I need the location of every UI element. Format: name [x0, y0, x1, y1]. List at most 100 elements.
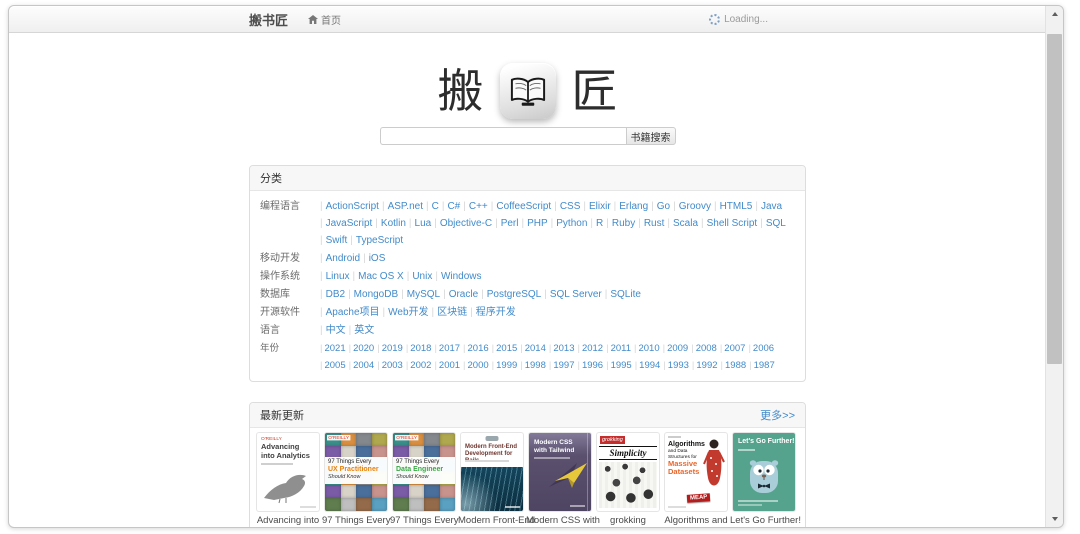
scrollbar[interactable] — [1045, 6, 1063, 527]
category-link[interactable]: iOS — [369, 253, 386, 264]
collage-tile — [424, 433, 440, 446]
category-link[interactable]: 2008 — [696, 343, 717, 354]
category-link[interactable]: SQL Server — [550, 289, 602, 300]
category-link[interactable]: R — [596, 218, 603, 229]
search-input[interactable] — [379, 127, 626, 145]
category-link[interactable]: Windows — [441, 271, 482, 282]
category-link[interactable]: 1998 — [525, 360, 546, 371]
category-link[interactable]: Kotlin — [381, 218, 406, 229]
category-link[interactable]: 1997 — [553, 360, 574, 371]
scrollbar-thumb[interactable] — [1047, 34, 1062, 364]
category-link[interactable]: 2010 — [638, 343, 659, 354]
category-link[interactable]: Shell Script — [707, 218, 758, 229]
category-link[interactable]: PostgreSQL — [487, 289, 541, 300]
category-link[interactable]: 1993 — [668, 360, 689, 371]
category-link[interactable]: DB2 — [326, 289, 345, 300]
category-link[interactable]: Go — [657, 201, 670, 212]
book-card[interactable]: O'REILLY 97 Things Every Data Engineer S… — [390, 433, 458, 527]
category-link[interactable]: 2014 — [525, 343, 546, 354]
category-link[interactable]: 1996 — [582, 360, 603, 371]
category-link[interactable]: MongoDB — [354, 289, 398, 300]
category-link[interactable]: Objective-C — [440, 218, 492, 229]
category-link[interactable]: Mac OS X — [358, 271, 404, 282]
search-button[interactable]: 书籍搜索 — [625, 127, 676, 145]
category-link[interactable]: CoffeeScript — [496, 201, 551, 212]
category-link[interactable]: 2002 — [410, 360, 431, 371]
category-link[interactable]: 1999 — [496, 360, 517, 371]
book-card[interactable]: grokking Simplicity grokkingSimplicity — [594, 433, 662, 527]
category-link[interactable]: ASP.net — [388, 201, 423, 212]
category-link[interactable]: Java — [761, 201, 782, 212]
category-link[interactable]: Scala — [673, 218, 698, 229]
category-link[interactable]: Ruby — [612, 218, 635, 229]
book-card[interactable]: Modern Front-EndDevelopment for Rails Mo… — [458, 433, 535, 527]
category-link[interactable]: 1992 — [696, 360, 717, 371]
category-link[interactable]: 2020 — [353, 343, 374, 354]
scrollbar-down-arrow[interactable] — [1046, 512, 1063, 526]
category-link[interactable]: 2004 — [353, 360, 374, 371]
category-link[interactable]: 2003 — [382, 360, 403, 371]
category-link[interactable]: MySQL — [407, 289, 440, 300]
category-link[interactable]: 2021 — [324, 343, 345, 354]
category-link[interactable]: SQL — [766, 218, 786, 229]
category-link[interactable]: 2005 — [324, 360, 345, 371]
category-link[interactable]: Web开发 — [388, 307, 428, 318]
category-link[interactable]: 中文 — [326, 325, 346, 336]
category-link[interactable]: 2017 — [439, 343, 460, 354]
category-link[interactable]: Linux — [326, 271, 350, 282]
category-link[interactable]: 1987 — [754, 360, 775, 371]
category-link[interactable]: 2009 — [667, 343, 688, 354]
category-link[interactable]: 2019 — [382, 343, 403, 354]
book-card[interactable]: Modern CSS with Tailwind Modern CSS with — [526, 433, 600, 527]
category-link[interactable]: Elixir — [589, 201, 611, 212]
category-link[interactable]: 程序开发 — [476, 307, 516, 318]
brand[interactable]: 搬书匠 — [249, 10, 288, 29]
book-card[interactable]: Let's Go Further! Let's Go Further! — [730, 433, 801, 527]
category-link[interactable]: Oracle — [449, 289, 478, 300]
category-link[interactable]: Unix — [412, 271, 432, 282]
category-link[interactable]: 1994 — [639, 360, 660, 371]
category-link[interactable]: 2000 — [468, 360, 489, 371]
category-link[interactable]: 2007 — [724, 343, 745, 354]
category-link[interactable]: 2006 — [753, 343, 774, 354]
book-card[interactable]: O'REILLY 97 Things Every UX Practitioner… — [322, 433, 390, 527]
category-link[interactable]: 2012 — [582, 343, 603, 354]
book-caption: 97 Things EveryData Engineer — [390, 515, 459, 527]
category-link[interactable]: Swift — [326, 235, 348, 246]
category-link[interactable]: 2015 — [496, 343, 517, 354]
category-link[interactable]: Apache项目 — [326, 307, 380, 318]
category-link[interactable]: C — [432, 201, 439, 212]
category-link[interactable]: 英文 — [354, 325, 374, 336]
category-link[interactable]: 2016 — [468, 343, 489, 354]
category-link[interactable]: ActionScript — [326, 201, 379, 212]
category-link[interactable]: HTML5 — [720, 201, 753, 212]
nav-home-link[interactable]: 首页 — [308, 12, 341, 27]
category-link[interactable]: 2013 — [553, 343, 574, 354]
scrollbar-up-arrow[interactable] — [1046, 7, 1063, 21]
book-card[interactable]: O'REILLY Advancing into Analytics Advanc… — [254, 433, 322, 527]
category-link[interactable]: Erlang — [619, 201, 648, 212]
category-link[interactable]: Lua — [415, 218, 432, 229]
category-link[interactable]: TypeScript — [356, 235, 403, 246]
category-link[interactable]: SQLite — [610, 289, 641, 300]
category-link[interactable]: PHP — [527, 218, 548, 229]
category-link[interactable]: JavaScript — [326, 218, 373, 229]
category-link[interactable]: 2018 — [410, 343, 431, 354]
category-link[interactable]: C++ — [469, 201, 488, 212]
category-link[interactable]: 1995 — [611, 360, 632, 371]
category-link[interactable]: Android — [326, 253, 360, 264]
category-link[interactable]: Perl — [501, 218, 519, 229]
category-link[interactable]: Groovy — [679, 201, 711, 212]
category-link[interactable]: Python — [556, 218, 587, 229]
category-link[interactable]: Rust — [644, 218, 665, 229]
more-link[interactable]: 更多>> — [760, 407, 795, 423]
category-link[interactable]: 2011 — [611, 343, 631, 354]
divider: | — [320, 218, 323, 229]
category-link[interactable]: CSS — [560, 201, 581, 212]
book-cover: Modern Front-EndDevelopment for Rails — [461, 433, 523, 511]
category-link[interactable]: 区块链 — [437, 307, 467, 318]
book-card[interactable]: Algorithms and Data Structures for Massi… — [662, 433, 742, 527]
category-link[interactable]: 1988 — [725, 360, 746, 371]
category-link[interactable]: 2001 — [439, 360, 460, 371]
category-link[interactable]: C# — [447, 201, 460, 212]
